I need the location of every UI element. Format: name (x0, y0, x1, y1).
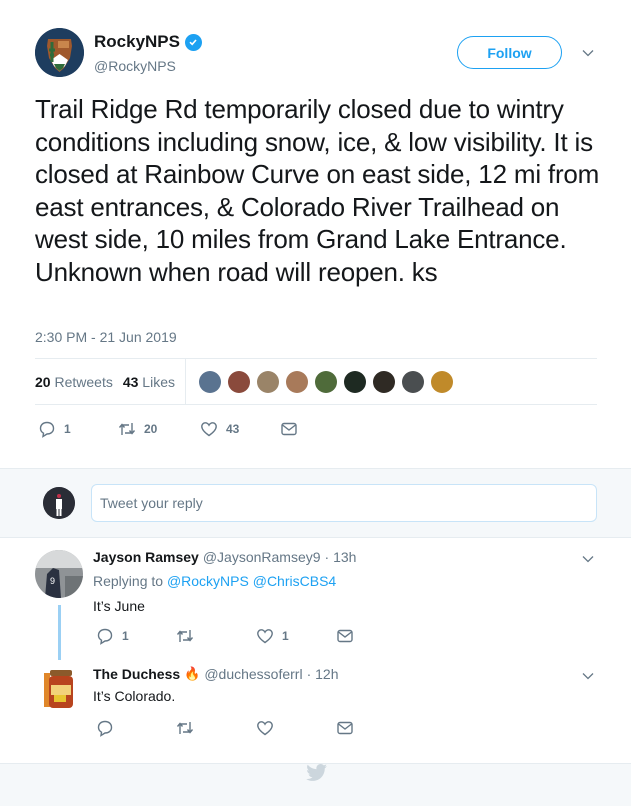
reply-author-handle[interactable]: @JaysonRamsey9 (203, 549, 321, 565)
reply-header: Jayson Ramsey @JaysonRamsey9 · 13h (93, 549, 356, 565)
liker-avatar[interactable] (431, 370, 453, 393)
liker-avatar[interactable] (373, 370, 395, 393)
svg-text:9: 9 (50, 576, 55, 586)
reply-time[interactable]: · 12h (307, 666, 339, 682)
reply-options-chevron-icon[interactable] (581, 669, 595, 683)
reply-icon (97, 720, 113, 737)
liker-avatar[interactable] (344, 370, 366, 393)
retweets-stat[interactable]: 20 Retweets (35, 374, 113, 390)
reply-header: The Duchess 🔥 @duchessoferrl · 12h (93, 666, 339, 682)
reply-avatar[interactable]: 9 (35, 550, 83, 598)
message-action[interactable] (280, 420, 298, 438)
person-silhouette-icon (43, 487, 75, 519)
reply-avatar[interactable] (40, 667, 78, 715)
reply-author-name[interactable]: Jayson Ramsey (93, 549, 199, 565)
liker-avatar[interactable] (228, 370, 250, 393)
tweet-timestamp[interactable]: 2:30 PM - 21 Jun 2019 (35, 329, 177, 345)
liker-avatar[interactable] (199, 370, 221, 393)
author-name[interactable]: RockyNPS (94, 32, 202, 52)
reply-text: It’s Colorado. (93, 688, 176, 704)
liker-avatar[interactable] (286, 370, 308, 393)
verified-badge-icon (184, 33, 202, 51)
replying-to: Replying to @RockyNPS @ChrisCBS4 (93, 573, 337, 589)
heart-icon (257, 629, 273, 644)
reply-actions (96, 719, 354, 737)
reply-input[interactable] (91, 484, 597, 522)
fire-emoji-icon: 🔥 (184, 666, 201, 681)
liker-avatar[interactable] (315, 370, 337, 393)
salsa-jar-icon (44, 670, 73, 708)
reply-action[interactable]: 1 (38, 420, 118, 438)
heart-icon (257, 721, 273, 736)
twitter-bird-icon (306, 764, 328, 782)
retweet-action[interactable] (176, 719, 256, 737)
liker-avatar[interactable] (402, 370, 424, 393)
mention-link[interactable]: @RockyNPS (167, 573, 249, 589)
reply-action[interactable] (96, 719, 176, 737)
tweet-options-chevron-icon[interactable] (581, 46, 595, 60)
reply-author-handle[interactable]: @duchessoferrl (204, 666, 302, 682)
reply-actions: 1 1 (96, 627, 354, 645)
tweet-stats: 20 Retweets 43 Likes (35, 358, 597, 405)
tweet-actions: 1 20 43 (38, 420, 298, 438)
author-avatar[interactable] (35, 28, 84, 77)
retweet-icon (176, 630, 194, 642)
message-action[interactable] (336, 719, 354, 737)
heart-icon (201, 422, 217, 437)
stat-counts: 20 Retweets 43 Likes (35, 359, 186, 404)
reply-options-chevron-icon[interactable] (581, 552, 595, 566)
retweet-action[interactable]: 20 (118, 420, 200, 438)
like-action[interactable]: 1 (256, 627, 336, 645)
tweet-text: Trail Ridge Rd temporarily closed due to… (35, 94, 600, 287)
envelope-icon (337, 721, 353, 735)
reply-icon (39, 421, 55, 438)
likes-stat[interactable]: 43 Likes (123, 374, 175, 390)
follow-button[interactable]: Follow (457, 36, 562, 69)
author-handle[interactable]: @RockyNPS (94, 58, 176, 74)
like-action[interactable] (256, 719, 336, 737)
reply-action[interactable]: 1 (96, 627, 176, 645)
reply-icon (97, 628, 113, 645)
envelope-icon (281, 422, 297, 436)
liker-avatars (186, 370, 453, 393)
retweet-action[interactable] (176, 627, 256, 645)
like-action[interactable]: 43 (200, 420, 280, 438)
message-action[interactable] (336, 627, 354, 645)
envelope-icon (337, 629, 353, 643)
reply-author-name[interactable]: The Duchess (93, 666, 180, 682)
reply-text: It’s June (93, 598, 145, 614)
reply-time[interactable]: · 13h (325, 549, 357, 565)
retweet-icon (176, 722, 194, 734)
retweet-icon (118, 423, 136, 435)
nps-arrowhead-logo-icon (35, 28, 84, 77)
user-photo-icon: 9 (35, 550, 83, 598)
liker-avatar[interactable] (257, 370, 279, 393)
mention-link[interactable]: @ChrisCBS4 (253, 573, 336, 589)
current-user-avatar[interactable] (43, 487, 75, 519)
thread-connector (58, 605, 61, 660)
